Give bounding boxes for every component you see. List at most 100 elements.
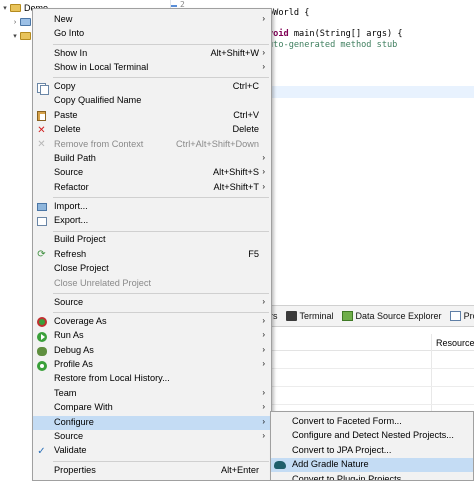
tree-row-child[interactable]: ▾ xyxy=(10,29,34,43)
menu-item-label: Debug As xyxy=(54,344,94,355)
menu-item-label: Configure xyxy=(54,416,94,427)
menu-item-shortcut: F5 xyxy=(248,248,259,259)
menu-item-shortcut: Alt+Shift+T xyxy=(213,181,259,192)
menu-item-label: Copy Qualified Name xyxy=(54,95,142,106)
menu-separator xyxy=(53,293,269,294)
remove-icon: ✕ xyxy=(37,139,46,151)
run-icon xyxy=(36,331,47,342)
menu-item-label: New xyxy=(54,14,73,24)
library-icon xyxy=(20,18,31,26)
submenu-item-convert-to-jpa-project[interactable]: Convert to JPA Project... xyxy=(271,444,473,458)
submenu-arrow-icon: › xyxy=(262,296,265,306)
configure-submenu: Convert to Faceted Form... Configure and … xyxy=(270,411,474,481)
menu-item-properties[interactable]: Properties Alt+Enter xyxy=(33,464,271,478)
menu-item-label: Close Unrelated Project xyxy=(54,277,152,288)
menu-item-team[interactable]: Team › xyxy=(33,387,271,401)
menu-item-refresh[interactable]: ⟳ Refresh F5 xyxy=(33,248,271,262)
tree-row-child[interactable]: › xyxy=(10,15,34,29)
table-row xyxy=(270,386,474,387)
menu-item-label: Export... xyxy=(54,215,89,226)
menu-item-shortcut: Alt+Shift+W xyxy=(210,47,259,58)
delete-icon: ✕ xyxy=(37,124,46,136)
menu-item-label: Refresh xyxy=(54,248,87,259)
submenu-item-configure-and-detect-nested-projects[interactable]: Configure and Detect Nested Projects... xyxy=(271,429,473,443)
menu-item-new[interactable]: New › xyxy=(33,13,271,27)
submenu-item-add-gradle-nature[interactable]: Add Gradle Nature xyxy=(271,458,473,473)
collapse-arrow-icon[interactable]: ▾ xyxy=(0,4,10,12)
menu-item-import[interactable]: Import... xyxy=(33,200,271,214)
menu-item-label: Show In xyxy=(54,47,88,58)
expand-arrow-icon[interactable]: › xyxy=(10,19,20,26)
source-folder-icon xyxy=(20,32,31,40)
menu-item-label: Source xyxy=(54,296,84,307)
menu-item-build-project[interactable]: Build Project xyxy=(33,233,271,247)
submenu-arrow-icon: › xyxy=(262,167,265,177)
submenu-arrow-icon: › xyxy=(262,387,265,397)
menu-item-refactor[interactable]: Refactor Alt+Shift+T › xyxy=(33,181,271,195)
menu-item-label: Source xyxy=(54,431,84,441)
menu-item-copy[interactable]: Copy Ctrl+C xyxy=(33,80,271,95)
submenu-arrow-icon: › xyxy=(262,153,265,162)
menu-item-close-project[interactable]: Close Project xyxy=(33,262,271,276)
submenu-item-label: Convert to JPA Project... xyxy=(292,444,392,455)
profile-icon xyxy=(36,360,47,371)
submenu-arrow-icon: › xyxy=(262,330,265,340)
menu-item-profile-as[interactable]: Profile As › xyxy=(33,358,271,372)
menu-item-restore-from-local-history[interactable]: Restore from Local History... xyxy=(33,372,271,386)
tab-terminal[interactable]: Terminal xyxy=(285,311,334,321)
menu-item-label: Source xyxy=(54,167,84,178)
submenu-item-convert-to-faceted-form[interactable]: Convert to Faceted Form... xyxy=(271,415,473,429)
menu-item-show-in[interactable]: Show In Alt+Shift+W › xyxy=(33,47,271,61)
validate-icon: ✓ xyxy=(37,445,46,457)
menu-item-label: Profile As xyxy=(54,359,93,369)
menu-item-configure[interactable]: Configure › xyxy=(33,415,271,430)
menu-item-label: Show in Local Terminal xyxy=(54,61,149,72)
menu-item-copy-qualified-name[interactable]: Copy Qualified Name xyxy=(33,94,271,108)
menu-separator xyxy=(53,460,269,462)
menu-item-label: Build Path xyxy=(54,153,96,163)
menu-item-label: Build Project xyxy=(54,234,106,245)
menu-item-label: Team xyxy=(54,387,77,398)
data-source-icon xyxy=(341,311,353,321)
refresh-icon: ⟳ xyxy=(37,249,46,261)
menu-item-export[interactable]: Export... xyxy=(33,214,271,228)
column-header-resource[interactable]: Resource xyxy=(436,338,474,348)
submenu-arrow-icon: › xyxy=(262,359,265,368)
submenu-arrow-icon: › xyxy=(262,402,265,412)
menu-item-go-into[interactable]: Go Into xyxy=(33,27,271,41)
submenu-arrow-icon: › xyxy=(262,315,265,325)
submenu-arrow-icon: › xyxy=(262,181,265,191)
menu-item-debug-as[interactable]: Debug As › xyxy=(33,344,271,358)
menu-item-show-in-local-terminal[interactable]: Show in Local Terminal › xyxy=(33,61,271,75)
menu-item-source[interactable]: Source › xyxy=(33,296,271,310)
menu-item-label: Properties xyxy=(54,464,96,475)
export-icon xyxy=(36,216,47,227)
menu-item-compare-with[interactable]: Compare With › xyxy=(33,401,271,415)
menu-item-label: Delete xyxy=(54,124,81,135)
collapse-arrow-icon[interactable]: ▾ xyxy=(10,32,20,40)
import-icon xyxy=(36,202,47,213)
submenu-item-label: Convert to Plug-in Projects xyxy=(292,473,402,481)
menu-item-run-as[interactable]: Run As › xyxy=(33,329,271,343)
context-menu: New › Go Into Show In Alt+Shift+W › Show in Lo… xyxy=(32,8,272,481)
tab-properties[interactable]: Proper xyxy=(449,311,474,321)
menu-item-delete[interactable]: ✕ Delete Delete xyxy=(33,123,271,137)
menu-item-source[interactable]: Source Alt+Shift+S › xyxy=(33,166,271,180)
debug-icon xyxy=(36,346,47,357)
copy-icon xyxy=(36,82,49,95)
menu-item-validate[interactable]: ✓ Validate xyxy=(33,444,271,458)
menu-separator xyxy=(53,77,269,79)
menu-item-label: Compare With xyxy=(54,402,113,413)
menu-item-source[interactable]: Source › xyxy=(33,430,271,444)
submenu-arrow-icon: › xyxy=(262,47,265,57)
menu-item-coverage-as[interactable]: Coverage As › xyxy=(33,315,271,329)
menu-item-label: Remove from Context xyxy=(54,138,144,149)
tab-data-source-explorer[interactable]: Data Source Explorer xyxy=(341,311,442,321)
menu-item-build-path[interactable]: Build Path › xyxy=(33,152,271,166)
menu-item-label: Import... xyxy=(54,200,88,211)
menu-item-close-unrelated-project: Close Unrelated Project xyxy=(33,277,271,291)
change-marker xyxy=(171,5,177,7)
submenu-item-convert-to-plug-in-projects[interactable]: Convert to Plug-in Projects xyxy=(271,473,473,481)
project-folder-icon xyxy=(10,4,21,12)
menu-item-paste[interactable]: Paste Ctrl+V xyxy=(33,109,271,123)
